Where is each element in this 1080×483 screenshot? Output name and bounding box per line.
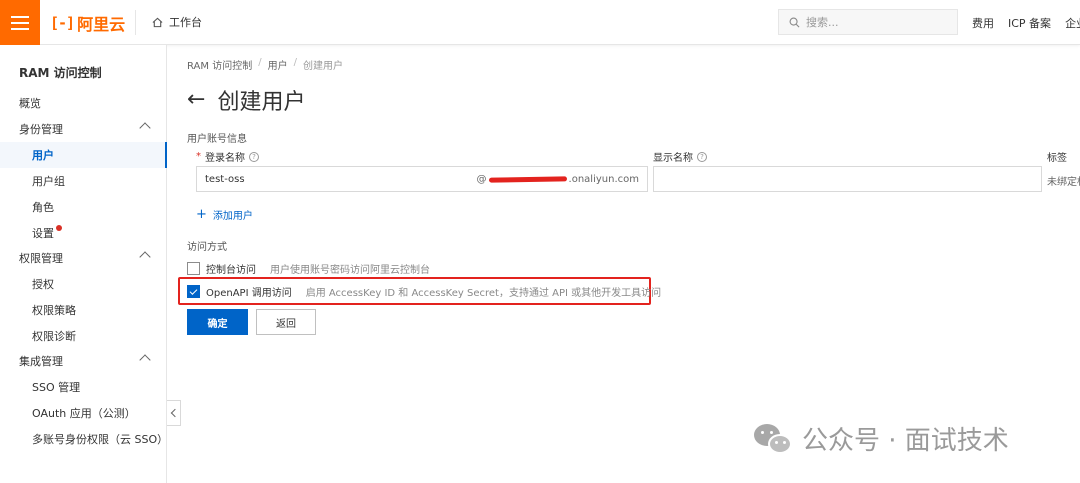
domain-suffix: .onaliyun.com: [568, 174, 639, 185]
display-name-input[interactable]: [662, 173, 862, 185]
nav-billing[interactable]: 费用: [972, 15, 994, 31]
login-name-field[interactable]: @ .onaliyun.com: [196, 166, 648, 192]
help-icon[interactable]: ?: [697, 151, 707, 162]
tag-label: 标签: [1047, 149, 1067, 164]
login-name-text: 登录名称: [205, 153, 245, 164]
access-section-label: 访问方式: [187, 242, 227, 253]
sidebar-item-label: 权限策略: [32, 304, 76, 317]
watermark: 公众号 · 面试技术: [754, 420, 1009, 457]
watermark-text: 公众号 · 面试技术: [802, 426, 1009, 456]
tag-hint[interactable]: 未绑定标: [1047, 173, 1080, 188]
notification-dot: [56, 225, 62, 231]
sidebar-item-label: 权限诊断: [32, 330, 76, 343]
sidebar-collapse-button[interactable]: [167, 400, 181, 426]
sidebar-item-users[interactable]: 用户: [0, 142, 167, 168]
add-user-label: 添加用户: [212, 211, 253, 222]
page-title: 创建用户: [217, 90, 306, 115]
back-arrow-icon[interactable]: ←: [187, 89, 205, 111]
login-name-label: * 登录名称 ?: [196, 149, 259, 164]
sidebar-item-settings[interactable]: 设置: [0, 220, 167, 246]
sidebar-item-grant[interactable]: 授权: [0, 271, 167, 297]
console-access-row[interactable]: 控制台访问 用户使用账号密码访问阿里云控制台: [187, 261, 430, 276]
required-marker: *: [196, 151, 201, 162]
home-icon: [152, 17, 163, 27]
help-icon[interactable]: ?: [249, 151, 259, 162]
menu-icon[interactable]: [0, 0, 40, 45]
account-section-label: 用户账号信息: [187, 134, 247, 145]
sidebar-item-label: SSO 管理: [32, 381, 81, 394]
openapi-access-row[interactable]: OpenAPI 调用访问 启用 AccessKey ID 和 AccessKey…: [187, 284, 661, 299]
login-name-input[interactable]: [205, 173, 405, 185]
sidebar-item-policies[interactable]: 权限策略: [0, 297, 167, 323]
back-button[interactable]: 返回: [256, 309, 316, 335]
breadcrumb-separator: /: [258, 57, 262, 68]
confirm-button[interactable]: 确定: [187, 309, 248, 335]
console-access-checkbox[interactable]: [187, 262, 200, 275]
search-icon: [789, 17, 800, 27]
display-name-label: 显示名称 ?: [653, 149, 707, 164]
sidebar-item-diagnosis[interactable]: 权限诊断: [0, 323, 167, 349]
workbench-link[interactable]: 工作台: [142, 9, 212, 35]
sidebar-item-label: 设置: [32, 227, 54, 240]
sidebar-item-integration[interactable]: 集成管理: [0, 348, 167, 374]
sidebar-item-label: 用户组: [32, 175, 65, 188]
console-access-desc: 用户使用账号密码访问阿里云控制台: [270, 265, 430, 276]
sidebar-item-groups[interactable]: 用户组: [0, 168, 167, 194]
chevron-up-icon: [139, 354, 151, 366]
workbench-label: 工作台: [169, 16, 202, 29]
sidebar-item-label: 概览: [19, 97, 41, 110]
sidebar-item-overview[interactable]: 概览: [0, 90, 167, 116]
sidebar-item-label: 授权: [32, 278, 54, 291]
breadcrumb-users[interactable]: 用户: [268, 57, 288, 72]
breadcrumb-ram[interactable]: RAM 访问控制: [187, 57, 252, 72]
search-box[interactable]: [778, 9, 958, 35]
chevron-left-icon: [170, 408, 180, 418]
chevron-up-icon: [139, 122, 151, 134]
header-divider: [135, 10, 136, 35]
sidebar-item-label: 用户: [32, 149, 54, 162]
sidebar-item-label: OAuth 应用（公测）: [32, 407, 136, 420]
sidebar: RAM 访问控制 概览 身份管理 用户 用户组 角色 设置 权限管理 授权 权限…: [0, 45, 169, 483]
openapi-access-desc: 启用 AccessKey ID 和 AccessKey Secret，支持通过 …: [305, 288, 662, 299]
display-name-text: 显示名称: [653, 153, 693, 164]
top-bar: [-] 阿里云 工作台 费用 ICP 备案 企业: [0, 0, 1080, 45]
login-domain: @ .onaliyun.com: [477, 174, 639, 185]
wechat-icon: [754, 422, 794, 456]
tag-label-text: 标签: [1047, 153, 1067, 164]
page-header: ← 创建用户: [187, 84, 305, 116]
sidebar-item-label: 集成管理: [19, 355, 63, 368]
console-access-label: 控制台访问: [206, 265, 256, 276]
logo-mark: [-]: [50, 14, 75, 32]
sidebar-item-label: 多账号身份权限（云 SSO）: [32, 433, 169, 446]
top-nav: 费用 ICP 备案 企业: [972, 0, 1080, 45]
sidebar-title: RAM 访问控制: [19, 66, 102, 80]
sidebar-item-label: 角色: [32, 201, 54, 214]
logo-text: 阿里云: [77, 15, 126, 34]
plus-icon: +: [196, 207, 207, 222]
add-user-button[interactable]: + 添加用户: [196, 207, 253, 222]
chevron-up-icon: [139, 251, 151, 263]
breadcrumb: RAM 访问控制 / 用户 / 创建用户: [187, 57, 343, 72]
breadcrumb-separator: /: [293, 57, 297, 68]
domain-prefix: @: [476, 174, 487, 185]
redaction-mark: [488, 175, 567, 183]
sidebar-item-permissions[interactable]: 权限管理: [0, 245, 167, 271]
nav-enterprise[interactable]: 企业: [1065, 15, 1080, 31]
sidebar-item-sso[interactable]: SSO 管理: [0, 374, 167, 400]
openapi-access-checkbox[interactable]: [187, 285, 200, 298]
nav-icp[interactable]: ICP 备案: [1008, 15, 1051, 31]
breadcrumb-current: 创建用户: [302, 61, 343, 72]
search-input[interactable]: [806, 15, 946, 29]
sidebar-item-cloud-sso[interactable]: 多账号身份权限（云 SSO）: [0, 426, 169, 452]
display-name-field[interactable]: [653, 166, 1042, 192]
sidebar-item-roles[interactable]: 角色: [0, 194, 167, 220]
aliyun-logo[interactable]: [-] 阿里云: [50, 11, 125, 35]
sidebar-item-oauth[interactable]: OAuth 应用（公测）: [0, 400, 167, 426]
openapi-access-label: OpenAPI 调用访问: [206, 288, 292, 299]
sidebar-item-identity[interactable]: 身份管理: [0, 116, 167, 142]
sidebar-item-label: 身份管理: [19, 123, 63, 136]
sidebar-item-label: 权限管理: [19, 252, 63, 265]
